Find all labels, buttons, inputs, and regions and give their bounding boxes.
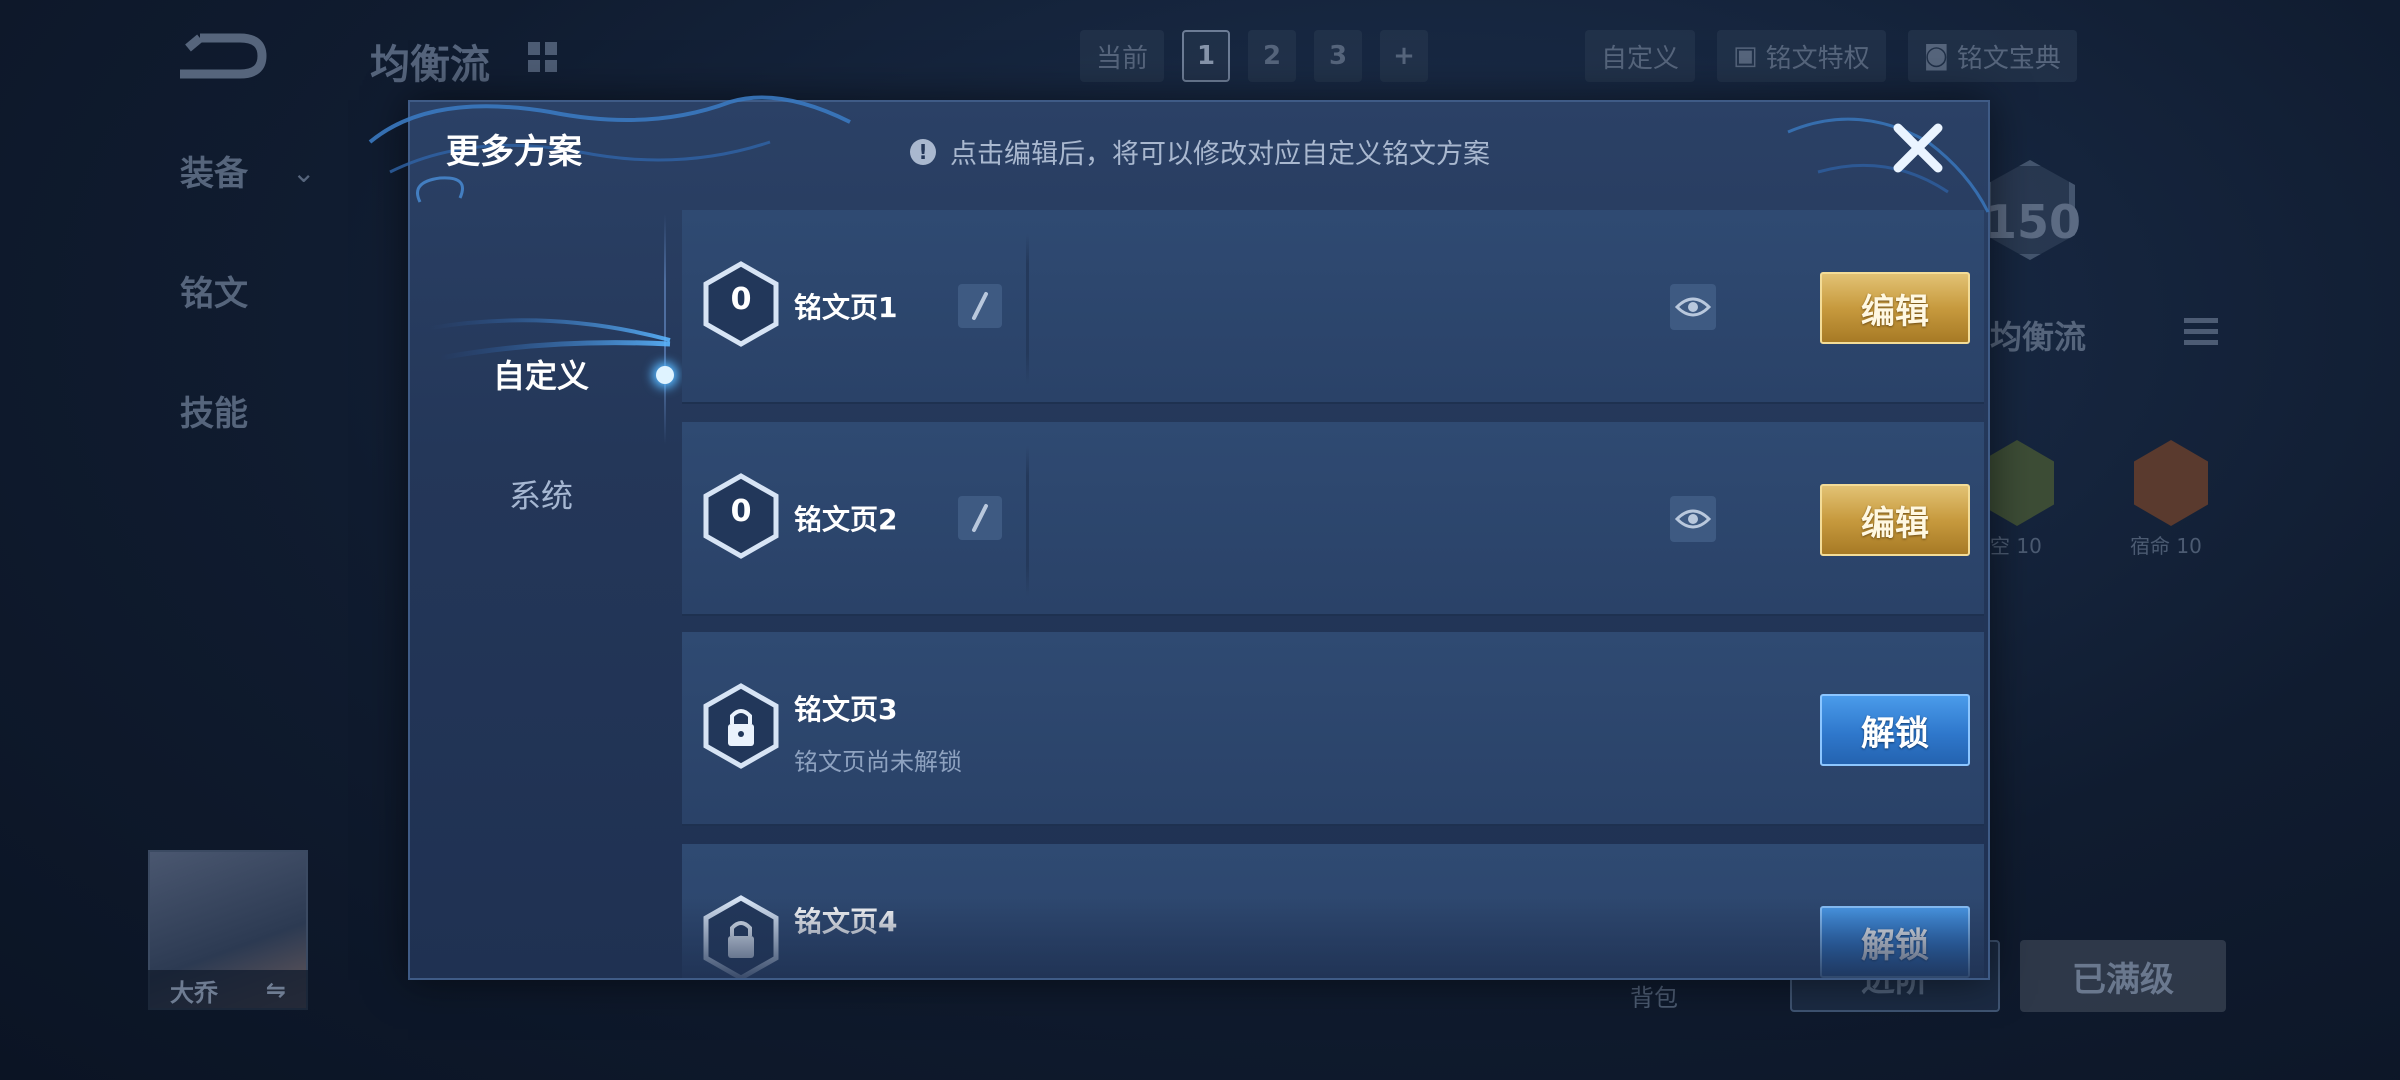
rune-page-status: 铭文页尚未解锁	[794, 748, 962, 776]
back-arrow-icon[interactable]	[170, 30, 270, 84]
grid-icon[interactable]	[528, 42, 558, 72]
bg-side-item-equipment[interactable]: 装备	[180, 146, 248, 195]
rune-page-name: 铭文页4	[794, 905, 898, 938]
rename-pencil-icon[interactable]	[958, 496, 1002, 540]
rune-page-row-2: 0 铭文页2 编辑	[682, 422, 1984, 616]
bg-stat-2: 宿命 10	[2130, 534, 2202, 558]
edit-button[interactable]: 编辑	[1820, 272, 1970, 344]
scheme-category-tabs: 自定义 系统	[410, 188, 674, 978]
bg-encyclopedia-button[interactable]: ◙ 铭文宝典	[1907, 30, 2077, 82]
bg-privilege-button[interactable]: ▣ 铭文特权	[1717, 30, 1886, 82]
modal-header: 更多方案 ! 点击编辑后，将可以修改对应自定义铭文方案	[368, 95, 1990, 213]
rune-page-name: 铭文页1	[794, 291, 898, 324]
preview-eye-icon[interactable]	[1670, 284, 1716, 330]
bg-page-tab-1[interactable]: 1	[1182, 30, 1231, 82]
row-divider	[1026, 446, 1029, 596]
bg-side-item-skills[interactable]: 技能	[180, 386, 248, 435]
rune-page-row-3: 铭文页3 铭文页尚未解锁 解锁	[682, 632, 1984, 826]
bg-add-page-button[interactable]: +	[1380, 30, 1429, 82]
unlock-button[interactable]: 解锁	[1820, 694, 1970, 766]
bg-level-value: 150	[1985, 195, 2082, 249]
unlock-button[interactable]: 解锁	[1820, 906, 1970, 978]
rune-page-level: 0	[730, 494, 752, 529]
rename-pencil-icon[interactable]	[958, 284, 1002, 328]
rune-page-name: 铭文页3	[794, 693, 898, 726]
row-divider	[1026, 234, 1029, 384]
lock-icon	[703, 683, 779, 769]
bg-privilege-label: 铭文特权	[1765, 43, 1870, 74]
bg-stat-1: 空 10	[1990, 534, 2042, 558]
tab-system[interactable]: 系统	[410, 454, 672, 534]
rune-page-row-1: 0 铭文页1 编辑	[682, 210, 1984, 404]
info-icon: !	[910, 138, 936, 165]
bg-right-chips: 自定义 ▣ 铭文特权 ◙ 铭文宝典	[1585, 30, 2077, 82]
hero-name-bar: 大乔 ⇋	[148, 970, 308, 1010]
swap-icon[interactable]: ⇋	[266, 976, 286, 1004]
hint-bar: ! 点击编辑后，将可以修改对应自定义铭文方案	[910, 132, 1490, 171]
preview-eye-icon[interactable]	[1670, 496, 1716, 542]
bg-page-tab-2[interactable]: 2	[1248, 30, 1297, 82]
more-schemes-modal: 更多方案 ! 点击编辑后，将可以修改对应自定义铭文方案 自定义 系统 0 铭文页…	[368, 95, 1990, 980]
book-icon: ▣	[1733, 41, 1758, 71]
bg-page-tabs: 当前 1 2 3 +	[1080, 30, 1429, 82]
codex-icon: ◙	[1923, 41, 1949, 71]
lock-icon	[703, 895, 779, 978]
rune-badge-icon	[1980, 440, 2054, 526]
rune-page-level: 0	[730, 282, 752, 317]
rune-page-name: 铭文页2	[794, 503, 898, 536]
bg-page-tab-3[interactable]: 3	[1314, 30, 1363, 82]
rune-badge-icon	[2134, 440, 2208, 526]
modal-title: 更多方案	[446, 132, 582, 172]
bg-custom-button[interactable]: 自定义	[1585, 30, 1696, 82]
bg-current-label: 当前	[1080, 30, 1165, 82]
bg-level-label: 均衡流	[1990, 318, 2087, 356]
bg-bag-label[interactable]: 背包	[1630, 978, 1678, 1013]
hint-text: 点击编辑后，将可以修改对应自定义铭文方案	[950, 139, 1490, 170]
bg-encyclopedia-label: 铭文宝典	[1956, 43, 2061, 74]
close-icon[interactable]	[1886, 116, 1950, 180]
rune-page-list[interactable]: 0 铭文页1 编辑 0 铭文页2 编辑 铭文页3 铭文页尚未解锁 解锁 铭文页4…	[682, 210, 1984, 978]
edit-button[interactable]: 编辑	[1820, 484, 1970, 556]
chevron-down-icon: ⌄	[292, 156, 316, 189]
hero-name: 大乔	[170, 978, 218, 1007]
bg-side-item-runes[interactable]: 铭文	[180, 266, 248, 315]
list-icon[interactable]	[2184, 318, 2218, 351]
bg-maxed-button: 已满级	[2020, 940, 2226, 1012]
rune-page-row-4: 铭文页4 解锁	[682, 844, 1984, 978]
tab-custom[interactable]: 自定义	[410, 334, 672, 414]
